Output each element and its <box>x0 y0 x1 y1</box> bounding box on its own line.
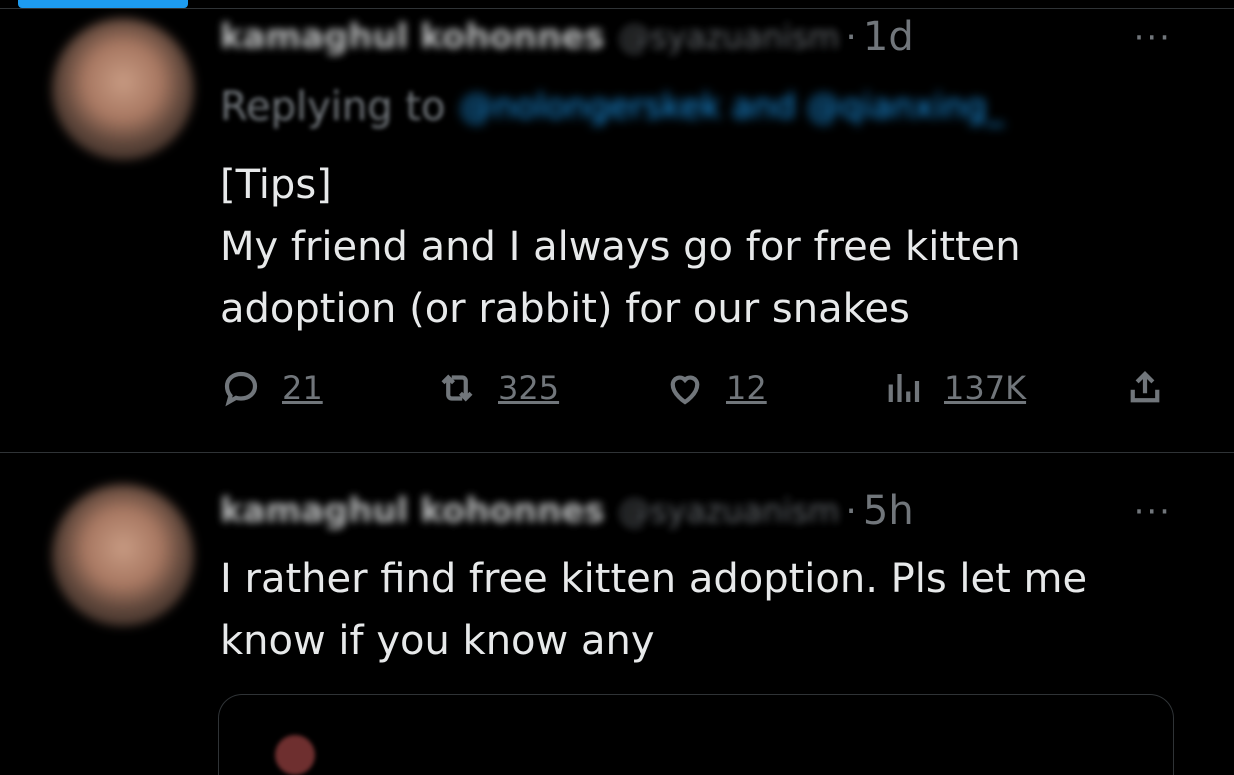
author-handle[interactable]: @syazuanism <box>619 492 840 530</box>
more-options-icon[interactable]: ··· <box>1134 492 1172 532</box>
reply-mentions[interactable]: @nolongerskek and @qianxing_ <box>460 87 1004 127</box>
quoted-avatar <box>275 735 315 775</box>
retweet-icon <box>441 374 473 402</box>
views-count[interactable]: 137K <box>944 369 1026 407</box>
share-icon <box>1130 371 1160 403</box>
like-button[interactable]: 12 <box>664 356 767 420</box>
retweet-button[interactable]: 325 <box>436 356 559 420</box>
tweet-divider <box>0 452 1234 453</box>
reply-count[interactable]: 21 <box>282 369 323 407</box>
avatar[interactable] <box>52 484 194 626</box>
tweet-text: [Tips] My friend and I always go for fre… <box>220 162 1021 332</box>
separator-dot: · <box>845 16 857 58</box>
reply-icon <box>224 371 258 407</box>
tweet-time[interactable]: 1d <box>863 14 914 60</box>
reply-button[interactable]: 21 <box>220 356 323 420</box>
tweet-text: I rather find free kitten adoption. Pls … <box>220 556 1088 664</box>
retweet-count[interactable]: 325 <box>498 369 559 407</box>
tweet-actions: 21 325 12 137K <box>220 356 1180 420</box>
views-button[interactable]: 137K <box>882 356 1026 420</box>
replying-to: Replying to @nolongerskek and @qianxing_ <box>220 82 1004 132</box>
like-count[interactable]: 12 <box>726 369 767 407</box>
author-handle[interactable]: @syazuanism <box>619 18 840 56</box>
views-icon <box>888 374 920 402</box>
tweet[interactable]: kamaghul kohonnes @syazuanism · 1d ··· R… <box>0 0 1234 452</box>
quoted-tweet-card[interactable] <box>218 694 1174 775</box>
separator-dot: · <box>845 490 857 532</box>
heart-icon <box>670 375 700 405</box>
tweet[interactable]: kamaghul kohonnes @syazuanism · 5h ··· I… <box>0 454 1234 775</box>
tweet-header: kamaghul kohonnes @syazuanism · 1d <box>220 14 914 60</box>
more-options-icon[interactable]: ··· <box>1134 18 1172 58</box>
avatar[interactable] <box>52 18 194 160</box>
share-button[interactable] <box>1124 356 1166 420</box>
author-name[interactable]: kamaghul kohonnes <box>220 491 605 531</box>
author-name[interactable]: kamaghul kohonnes <box>220 17 605 57</box>
tweet-time[interactable]: 5h <box>863 488 914 534</box>
tweet-header: kamaghul kohonnes @syazuanism · 5h <box>220 488 914 534</box>
replying-to-label: Replying to <box>220 84 446 130</box>
